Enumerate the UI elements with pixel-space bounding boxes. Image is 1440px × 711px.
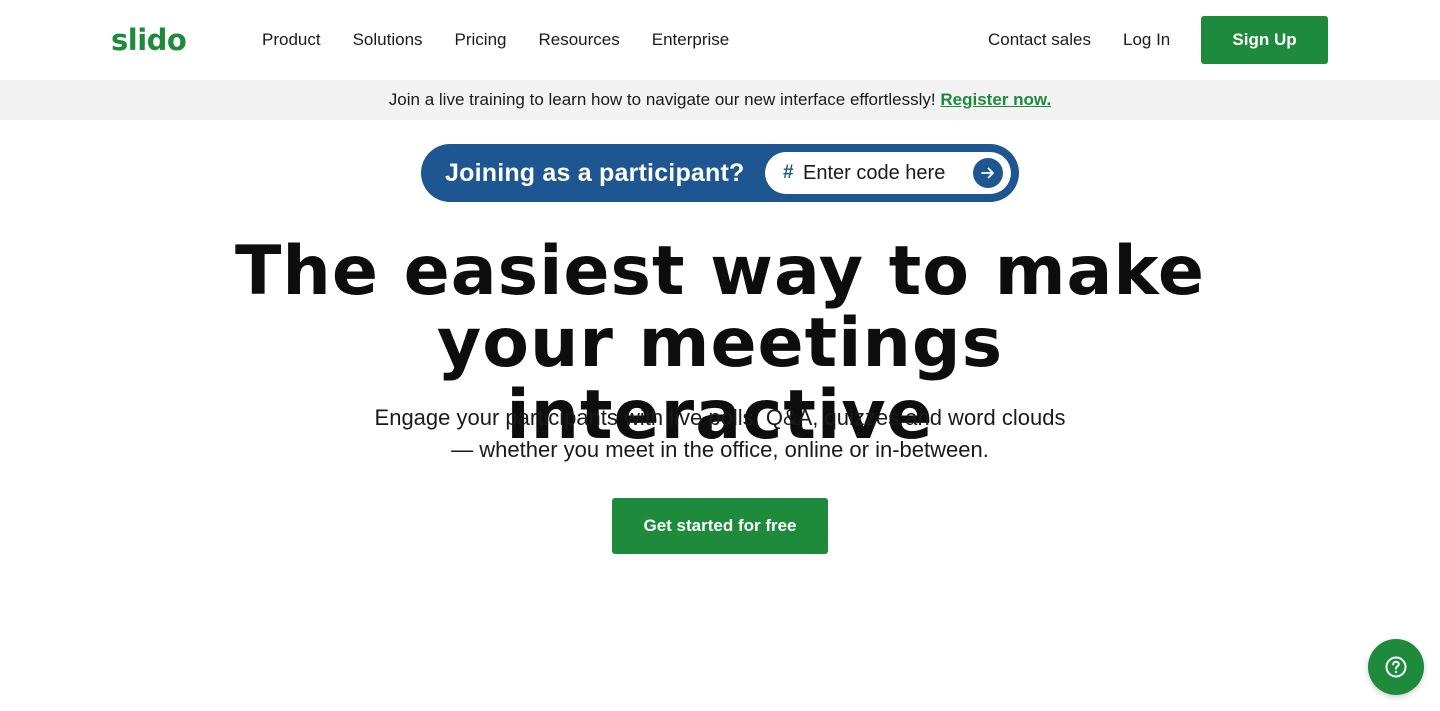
nav-pricing[interactable]: Pricing (455, 28, 507, 52)
join-event-button[interactable] (973, 158, 1003, 188)
hero-subtitle-line1: Engage your participants with live polls… (374, 405, 1066, 430)
login-link[interactable]: Log In (1123, 28, 1170, 52)
question-circle-icon (1385, 656, 1407, 678)
nav-enterprise[interactable]: Enterprise (652, 28, 729, 52)
hero-subtitle: Engage your participants with live polls… (320, 402, 1120, 466)
register-link[interactable]: Register now. (940, 90, 1051, 109)
participant-label: Joining as a participant? (445, 159, 745, 187)
nav-product[interactable]: Product (262, 28, 321, 52)
arrow-right-icon (981, 167, 994, 179)
hero-subtitle-line2: — whether you meet in the office, online… (451, 437, 989, 462)
hero-title-line1: The easiest way to make (235, 232, 1205, 311)
signup-button[interactable]: Sign Up (1201, 16, 1328, 64)
nav-resources[interactable]: Resources (539, 28, 620, 52)
get-started-button[interactable]: Get started for free (612, 498, 828, 554)
banner-text: Join a live training to learn how to nav… (388, 90, 936, 109)
training-banner: Join a live training to learn how to nav… (0, 80, 1440, 120)
code-box: # (765, 152, 1011, 194)
main-nav: Product Solutions Pricing Resources Ente… (262, 28, 729, 52)
hash-icon: # (783, 162, 794, 183)
help-button[interactable] (1368, 639, 1424, 695)
slido-logo[interactable]: slido (111, 22, 187, 58)
participant-join-bar: Joining as a participant? # (421, 144, 1019, 202)
event-code-input[interactable] (803, 158, 963, 188)
site-header: slido Product Solutions Pricing Resource… (0, 0, 1440, 80)
nav-solutions[interactable]: Solutions (353, 28, 423, 52)
contact-sales-link[interactable]: Contact sales (988, 28, 1091, 52)
